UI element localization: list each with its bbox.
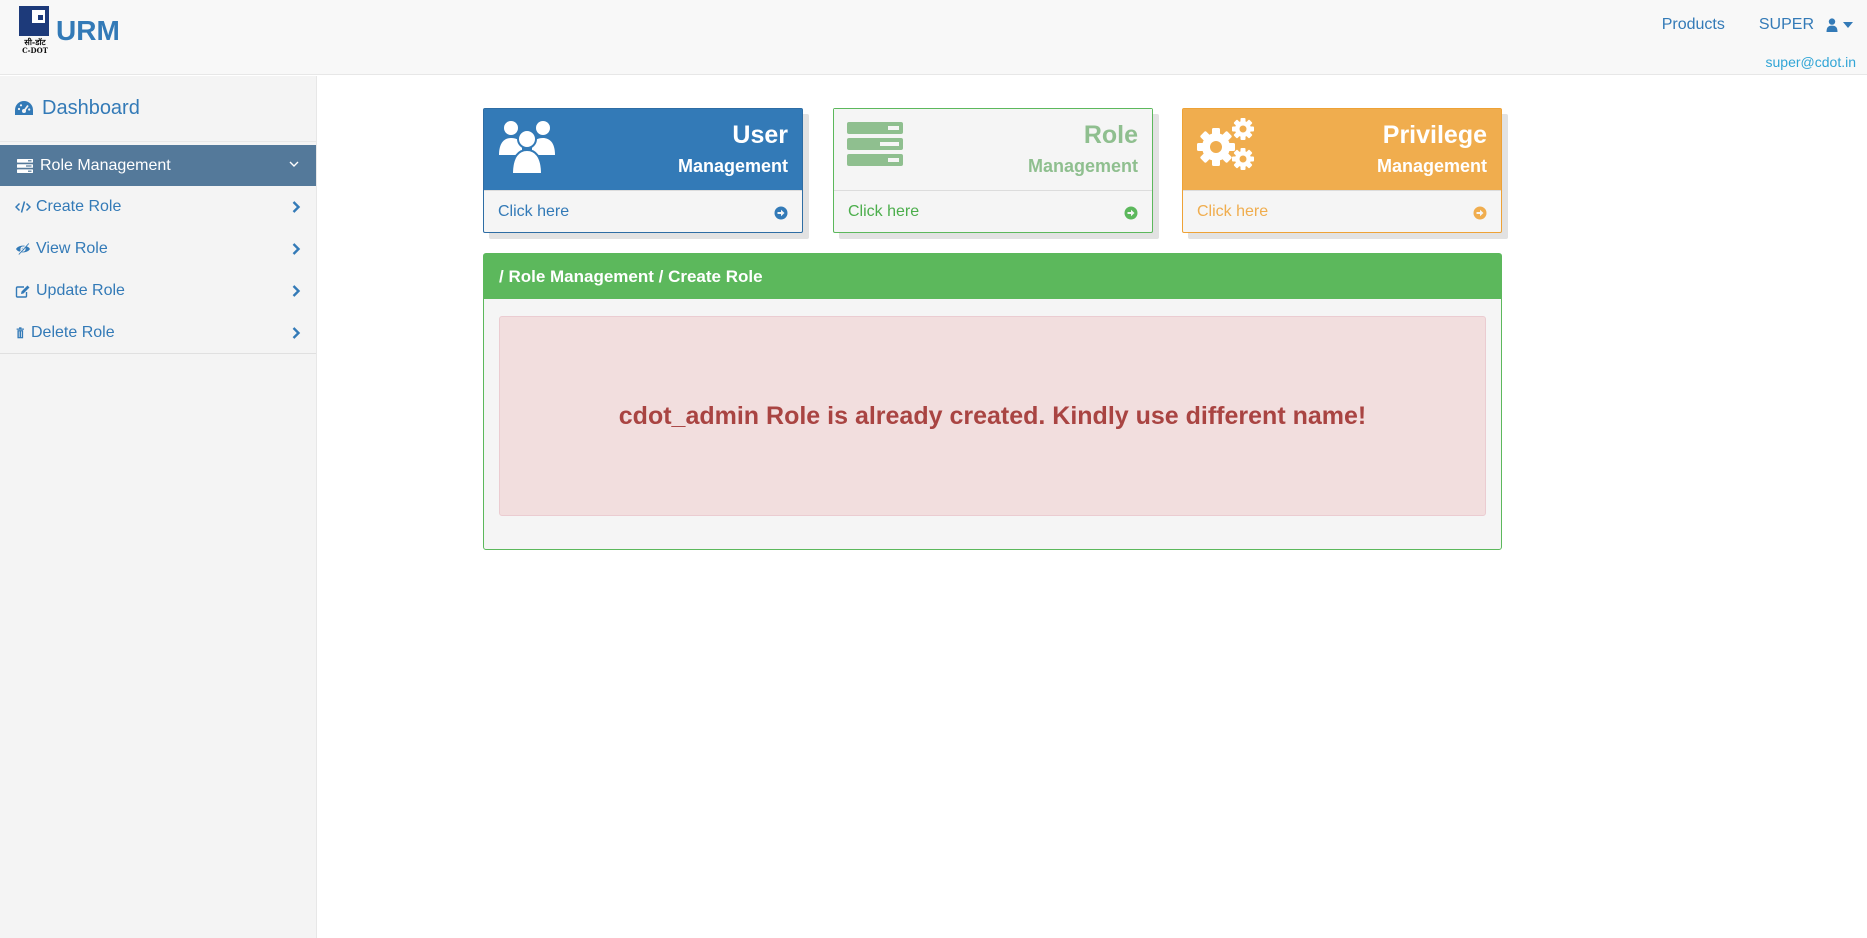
- user-email: super@cdot.in: [1765, 54, 1856, 70]
- products-link[interactable]: Products: [1662, 16, 1725, 34]
- chevron-right-icon: [292, 201, 301, 213]
- card-header: Role Management: [834, 109, 1152, 190]
- dashboard-label: Dashboard: [42, 97, 140, 119]
- chevron-right-icon: [292, 285, 301, 297]
- sidebar-item-role-management[interactable]: Role Management: [0, 145, 316, 186]
- code-icon: [15, 201, 31, 213]
- card-title: Privilege: [1382, 121, 1487, 149]
- card-header: Privilege Management: [1183, 109, 1501, 190]
- caret-down-icon: [1843, 22, 1853, 28]
- user-management-card[interactable]: User Management Click here: [483, 108, 803, 233]
- chevron-right-icon: [292, 243, 301, 255]
- brand[interactable]: सी-डॉट C-DOT URM: [19, 6, 120, 56]
- card-title: Role: [1083, 121, 1138, 149]
- trash-icon: [16, 326, 24, 338]
- create-role-panel: / Role Management / Create Role cdot_adm…: [483, 253, 1502, 550]
- view-role-label: View Role: [36, 240, 108, 257]
- arrow-circle-right-icon: [774, 206, 788, 220]
- card-link[interactable]: Click here: [1197, 203, 1268, 221]
- error-alert: cdot_admin Role is already created. Kind…: [499, 316, 1486, 516]
- server-icon: [17, 158, 33, 173]
- user-menu-toggle[interactable]: SUPER: [1759, 16, 1853, 34]
- server-icon: [847, 122, 903, 166]
- sidebar: Dashboard Role Management Create Role Vi…: [0, 76, 317, 938]
- card-header: User Management: [484, 109, 802, 190]
- panel-header: / Role Management / Create Role: [484, 254, 1501, 299]
- user-name: SUPER: [1758, 16, 1814, 33]
- sidebar-item-delete-role[interactable]: Delete Role: [0, 312, 316, 354]
- alert-message: cdot_admin Role is already created. Kind…: [618, 401, 1367, 430]
- logo-mark: [19, 6, 49, 36]
- cdot-logo: सी-डॉट C-DOT: [19, 6, 51, 56]
- role-management-label: Role Management: [40, 156, 171, 174]
- create-role-label: Create Role: [36, 198, 122, 215]
- sidebar-item-update-role[interactable]: Update Role: [0, 270, 316, 312]
- eye-icon: [16, 242, 30, 256]
- role-management-card[interactable]: Role Management Click here: [833, 108, 1153, 233]
- privilege-management-card[interactable]: Privilege Management Click here: [1182, 108, 1502, 233]
- card-title: User: [732, 121, 788, 149]
- users-icon: [499, 121, 555, 175]
- update-role-label: Update Role: [36, 282, 125, 299]
- breadcrumb: / Role Management / Create Role: [499, 266, 763, 286]
- card-footer[interactable]: Click here: [1183, 190, 1501, 233]
- card-subtitle: Management: [677, 156, 788, 176]
- arrow-circle-right-icon: [1124, 206, 1138, 220]
- logo-text-english: C-DOT: [22, 46, 48, 55]
- navbar-right: Products SUPER: [1662, 16, 1853, 34]
- brand-name[interactable]: URM: [56, 15, 120, 47]
- card-subtitle: Management: [1027, 156, 1138, 176]
- card-link[interactable]: Click here: [848, 203, 919, 221]
- top-navbar: सी-डॉट C-DOT URM Products SUPER super@cd…: [0, 0, 1867, 75]
- card-subtitle: Management: [1376, 156, 1487, 176]
- user-icon: [1826, 18, 1838, 32]
- gears-icon: [1197, 118, 1254, 170]
- arrow-circle-right-icon: [1473, 206, 1487, 220]
- card-footer[interactable]: Click here: [484, 190, 802, 233]
- sidebar-item-create-role[interactable]: Create Role: [0, 186, 316, 228]
- delete-role-label: Delete Role: [31, 323, 115, 341]
- sidebar-item-dashboard[interactable]: Dashboard: [0, 76, 316, 142]
- sidebar-item-view-role[interactable]: View Role: [0, 228, 316, 270]
- chevron-down-icon: [289, 161, 299, 167]
- card-footer[interactable]: Click here: [834, 190, 1152, 233]
- edit-icon: [15, 285, 30, 298]
- dashboard-icon: [15, 100, 33, 115]
- card-link[interactable]: Click here: [498, 203, 569, 221]
- chevron-right-icon: [292, 327, 301, 339]
